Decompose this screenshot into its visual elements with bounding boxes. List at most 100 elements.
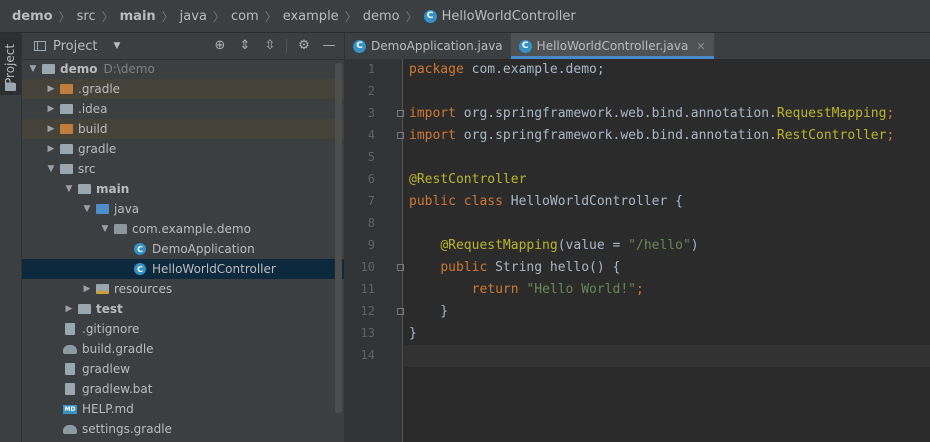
fold-marker-icon[interactable] <box>397 264 404 271</box>
expanded-arrow-icon[interactable]: ▼ <box>61 184 77 194</box>
code-line: @RestController <box>409 172 527 187</box>
chevron-right-icon: 〉 <box>264 9 277 24</box>
folder-icon <box>59 102 73 116</box>
expanded-arrow-icon[interactable]: ▼ <box>97 224 113 234</box>
tree-spacer: · <box>117 244 133 254</box>
tree-item-package[interactable]: ▼ com.example.demo <box>22 219 344 239</box>
breadcrumb-main[interactable]: main <box>120 9 156 24</box>
tree-item-label: settings.gradle <box>82 422 172 436</box>
tree-item-demo-application[interactable]: · C DemoApplication <box>22 239 344 259</box>
tree-item-build-gradle[interactable]: · build.gradle <box>22 339 344 359</box>
chevron-down-icon[interactable]: ▼ <box>113 41 120 51</box>
collapsed-arrow-icon[interactable]: ▶ <box>79 284 95 294</box>
code-line: } <box>409 304 449 319</box>
tab-demo-application[interactable]: C DemoApplication.java <box>345 33 511 59</box>
tree-item-gradlew-bat[interactable]: · gradlew.bat <box>22 379 344 399</box>
tree-item-test[interactable]: ▶ test <box>22 299 344 319</box>
tree-item-gradle-cache[interactable]: ▶ .gradle <box>22 79 344 99</box>
tree-item-label: resources <box>114 282 173 296</box>
tree-item-main[interactable]: ▼ main <box>22 179 344 199</box>
collapsed-arrow-icon[interactable]: ▶ <box>43 84 59 94</box>
tab-label: HelloWorldController.java <box>536 39 689 53</box>
package-icon <box>113 222 127 236</box>
collapsed-arrow-icon[interactable]: ▶ <box>43 124 59 134</box>
breadcrumb-com[interactable]: com <box>231 9 259 24</box>
breadcrumb-src[interactable]: src <box>77 9 96 24</box>
close-icon[interactable]: ✕ <box>696 40 705 53</box>
expand-all-icon[interactable]: ⇕ <box>237 38 253 54</box>
file-icon <box>63 322 77 336</box>
tree-item-label: test <box>96 302 123 316</box>
tree-item-build[interactable]: ▶ build <box>22 119 344 139</box>
breadcrumb-java[interactable]: java <box>180 9 207 24</box>
project-view-selector[interactable]: Project <box>53 39 97 54</box>
line-number: 6 <box>367 172 375 186</box>
vertical-scrollbar[interactable] <box>335 63 342 413</box>
tab-label: DemoApplication.java <box>371 39 503 53</box>
tree-item-label: HelloWorldController <box>152 262 276 276</box>
folder-icon <box>59 142 73 156</box>
line-number: 13 <box>360 326 375 340</box>
tree-item-label: .gitignore <box>82 322 140 336</box>
breadcrumb-demo-package[interactable]: demo <box>363 9 400 24</box>
tree-item-label: build.gradle <box>82 342 154 356</box>
toolbar-divider <box>286 39 287 53</box>
collapsed-arrow-icon[interactable]: ▶ <box>61 304 77 314</box>
line-number: 2 <box>367 84 375 98</box>
code-line: import org.springframework.web.bind.anno… <box>409 128 895 143</box>
tree-item-label: HELP.md <box>82 402 134 416</box>
collapsed-arrow-icon[interactable]: ▶ <box>43 104 59 114</box>
tree-spacer: · <box>47 344 63 354</box>
code-line: public String hello() { <box>440 260 621 275</box>
expanded-arrow-icon[interactable]: ▼ <box>25 64 41 74</box>
tree-item-gitignore[interactable]: · .gitignore <box>22 319 344 339</box>
tree-item-help-md[interactable]: · MD HELP.md <box>22 399 344 419</box>
tree-item-resources[interactable]: ▶ resources <box>22 279 344 299</box>
tab-hello-world-controller[interactable]: C HelloWorldController.java ✕ <box>510 33 714 59</box>
class-icon: C <box>133 262 147 276</box>
project-panel-header: Project ▼ ⊕ ⇕ ⇳ ⚙ — <box>22 33 344 60</box>
folder-icon <box>59 82 73 96</box>
tree-item-label: .gradle <box>78 82 121 96</box>
editor-tabs: C DemoApplication.java C HelloWorldContr… <box>345 33 930 60</box>
breadcrumb-example[interactable]: example <box>283 9 339 24</box>
breadcrumb-demo[interactable]: demo <box>12 9 53 24</box>
locate-file-icon[interactable]: ⊕ <box>212 38 228 54</box>
expanded-arrow-icon[interactable]: ▼ <box>79 204 95 214</box>
fold-marker-icon[interactable] <box>397 110 404 117</box>
tree-item-gradlew[interactable]: · gradlew <box>22 359 344 379</box>
hide-panel-icon[interactable]: — <box>321 38 337 54</box>
line-number: 14 <box>360 348 375 362</box>
code-editor[interactable]: package com.example.demo; import org.spr… <box>404 59 930 442</box>
class-icon: C <box>518 39 532 53</box>
folder-icon <box>95 202 109 216</box>
tree-item-settings-gradle[interactable]: · settings.gradle <box>22 419 344 439</box>
tree-item-java[interactable]: ▼ java <box>22 199 344 219</box>
project-tool-window-tab[interactable]: Project <box>0 33 21 95</box>
class-icon: C <box>423 9 437 23</box>
gradle-icon <box>63 342 77 356</box>
tree-item-demo[interactable]: ▼ demo D:\demo <box>22 59 344 79</box>
folder-icon <box>77 182 91 196</box>
tree-item-gradle[interactable]: ▶ gradle <box>22 139 344 159</box>
expanded-arrow-icon[interactable]: ▼ <box>43 164 59 174</box>
line-number: 11 <box>360 282 375 296</box>
tree-item-label: gradle <box>78 142 117 156</box>
fold-marker-icon[interactable] <box>397 132 404 139</box>
code-line: import org.springframework.web.bind.anno… <box>409 106 895 121</box>
tree-item-idea[interactable]: ▶ .idea <box>22 99 344 119</box>
breadcrumb: demo 〉 src 〉 main 〉 java 〉 com 〉 example… <box>0 0 930 33</box>
breadcrumb-hello-world-controller[interactable]: HelloWorldController <box>442 9 576 24</box>
tree-item-hello-world-controller[interactable]: · C HelloWorldController <box>22 259 344 279</box>
project-view-icon <box>34 41 46 51</box>
line-number: 3 <box>367 106 375 120</box>
tree-item-src[interactable]: ▼ src <box>22 159 344 179</box>
collapsed-arrow-icon[interactable]: ▶ <box>43 144 59 154</box>
collapse-all-icon[interactable]: ⇳ <box>262 38 278 54</box>
line-number: 12 <box>360 304 375 318</box>
code-line: public class HelloWorldController { <box>409 194 683 209</box>
fold-marker-icon[interactable] <box>397 308 404 315</box>
gear-icon[interactable]: ⚙ <box>296 38 312 54</box>
chevron-right-icon: 〉 <box>405 9 418 24</box>
folder-icon <box>41 62 55 76</box>
